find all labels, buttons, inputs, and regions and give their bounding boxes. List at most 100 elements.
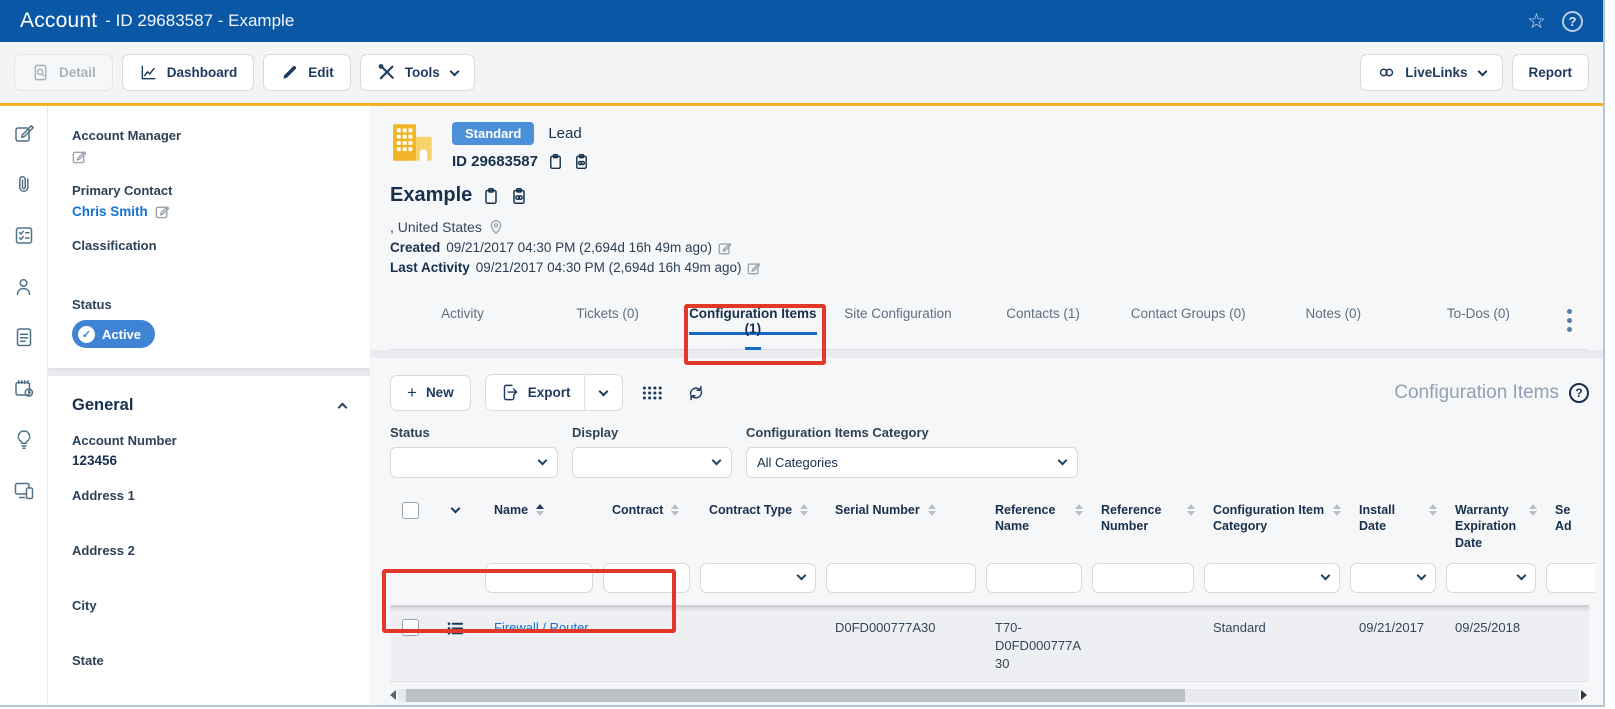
tab-activity[interactable]: Activity <box>390 291 535 349</box>
address2-label: Address 2 <box>72 543 346 558</box>
scroll-right-icon[interactable] <box>1581 690 1587 700</box>
configuration-items-table: Name Contract Contract Type Serial <box>390 492 1589 682</box>
refresh-button[interactable] <box>682 379 710 407</box>
row-checkbox[interactable] <box>402 619 419 636</box>
horizontal-scrollbar[interactable] <box>390 688 1587 702</box>
tab-notes[interactable]: Notes (0) <box>1261 291 1406 349</box>
tab-site-configuration[interactable]: Site Configuration <box>825 291 970 349</box>
devices-icon[interactable] <box>13 479 35 501</box>
select-all-checkbox[interactable] <box>402 502 419 519</box>
reference-name-filter-input[interactable] <box>986 563 1082 593</box>
column-header-warranty-expiration-date[interactable]: Warranty Expiration Date <box>1441 492 1541 561</box>
export-split-button: Export <box>485 374 624 411</box>
sidebar: Account Manager Primary Contact Chris Sm… <box>48 106 370 705</box>
contact-person-icon[interactable] <box>13 275 35 297</box>
report-button-label: Report <box>1529 65 1573 80</box>
compose-note-icon[interactable] <box>13 122 35 144</box>
detail-button[interactable]: Detail <box>14 54 113 91</box>
status-badge: ✓ Active <box>72 320 155 348</box>
tab-tickets[interactable]: Tickets (0) <box>535 291 680 349</box>
column-chooser-button[interactable] <box>637 381 668 405</box>
tab-configuration-items[interactable]: Configuration Items (1) <box>680 291 825 349</box>
category-column-filter-select[interactable] <box>1204 563 1340 593</box>
task-checklist-icon[interactable] <box>13 224 35 246</box>
lightbulb-icon[interactable] <box>13 428 35 450</box>
edit-button[interactable]: Edit <box>263 54 351 91</box>
configuration-item-link[interactable]: Firewall / Router <box>494 620 589 635</box>
column-header-clipped[interactable]: SeAd <box>1541 492 1595 545</box>
cell-serial-number: D0FD000777A30 <box>821 606 981 645</box>
last-activity-value: 09/21/2017 04:30 PM (2,694d 16h 49m ago) <box>476 260 742 275</box>
warranty-date-filter-select[interactable] <box>1446 563 1536 593</box>
column-header-configuration-item-category[interactable]: Configuration Item Category <box>1199 492 1345 545</box>
grid-help-icon[interactable]: ? <box>1569 383 1589 403</box>
export-button[interactable]: Export <box>486 375 585 410</box>
contract-filter-input[interactable] <box>603 563 690 593</box>
column-header-serial-number[interactable]: Serial Number <box>821 492 981 528</box>
created-label: Created <box>390 240 440 255</box>
column-header-install-date[interactable]: Install Date <box>1345 492 1441 545</box>
category-filter-select[interactable]: All Categories <box>746 447 1078 478</box>
scrollbar-track[interactable] <box>398 689 1579 702</box>
column-header-reference-number[interactable]: Reference Number <box>1087 492 1199 545</box>
tabs-overflow-menu-icon[interactable] <box>1551 291 1587 349</box>
collapse-chevron-icon[interactable] <box>338 403 348 413</box>
account-id: ID 29683587 <box>452 153 538 170</box>
install-date-filter-select[interactable] <box>1350 563 1436 593</box>
chevron-down-icon <box>797 570 807 580</box>
favorite-star-icon[interactable]: ☆ <box>1527 11 1546 32</box>
column-header-reference-name[interactable]: Reference Name <box>981 492 1087 545</box>
sort-icons <box>1333 504 1341 516</box>
scrollbar-thumb[interactable] <box>406 689 1185 702</box>
tab-todos[interactable]: To-Dos (0) <box>1406 291 1551 349</box>
name-filter-input[interactable] <box>485 563 593 593</box>
grid-title: Configuration Items <box>1394 382 1559 404</box>
serial-number-filter-input[interactable] <box>826 563 976 593</box>
cell-contract-type <box>695 606 821 627</box>
general-section-title: General <box>72 396 133 415</box>
location-pin-icon <box>488 219 504 235</box>
status-label: Status <box>72 297 346 312</box>
display-filter-select[interactable] <box>572 447 732 478</box>
contract-type-filter-select[interactable] <box>700 563 816 593</box>
tab-contact-groups[interactable]: Contact Groups (0) <box>1116 291 1261 349</box>
tab-contacts[interactable]: Contacts (1) <box>971 291 1116 349</box>
account-page: Account - ID 29683587 - Example ☆ ? Deta… <box>0 0 1605 707</box>
reference-number-filter-input[interactable] <box>1092 563 1194 593</box>
edit-icon[interactable] <box>747 261 761 275</box>
copy-link-clipboard-icon[interactable] <box>510 187 528 205</box>
line-chart-icon <box>139 63 158 82</box>
grid-dots-icon <box>641 385 664 401</box>
copy-clipboard-icon[interactable] <box>547 153 564 170</box>
copy-link-clipboard-icon[interactable] <box>573 153 590 170</box>
new-button[interactable]: + New <box>390 375 471 411</box>
calendar-clock-icon[interactable] <box>13 377 35 399</box>
cell-install-date: 09/21/2017 <box>1345 606 1441 645</box>
main-panel: Standard Lead ID 29683587 Example <box>370 106 1603 705</box>
copy-clipboard-icon[interactable] <box>482 187 500 205</box>
column-header-name[interactable]: Name <box>480 492 598 528</box>
row-menu-list-icon[interactable] <box>446 619 465 638</box>
livelinks-button[interactable]: LiveLinks <box>1360 54 1502 91</box>
status-filter-select[interactable] <box>390 447 558 478</box>
edit-icon[interactable] <box>155 204 170 219</box>
attachment-paperclip-icon[interactable] <box>13 173 35 195</box>
export-menu-button[interactable] <box>584 375 622 410</box>
table-row[interactable]: Firewall / Router D0FD000777A30 T70-D0FD… <box>390 605 1589 683</box>
edit-icon[interactable] <box>72 149 87 164</box>
clipped-filter-input[interactable] <box>1546 563 1595 593</box>
column-header-contract-type[interactable]: Contract Type <box>695 492 821 528</box>
dashboard-button[interactable]: Dashboard <box>122 54 255 91</box>
tools-button[interactable]: Tools <box>360 54 475 91</box>
chevron-down-icon <box>449 66 459 76</box>
edit-icon[interactable] <box>718 241 732 255</box>
column-header-contract[interactable]: Contract <box>598 492 695 528</box>
report-button[interactable]: Report <box>1512 54 1590 91</box>
scroll-left-icon[interactable] <box>390 690 396 700</box>
help-icon[interactable]: ? <box>1562 11 1583 32</box>
primary-contact-link[interactable]: Chris Smith <box>72 204 148 219</box>
content-area: Account Manager Primary Contact Chris Sm… <box>0 106 1603 705</box>
document-icon[interactable] <box>13 326 35 348</box>
bulk-actions-chevron-icon[interactable] <box>450 504 460 514</box>
account-type-badge: Standard <box>452 122 534 145</box>
